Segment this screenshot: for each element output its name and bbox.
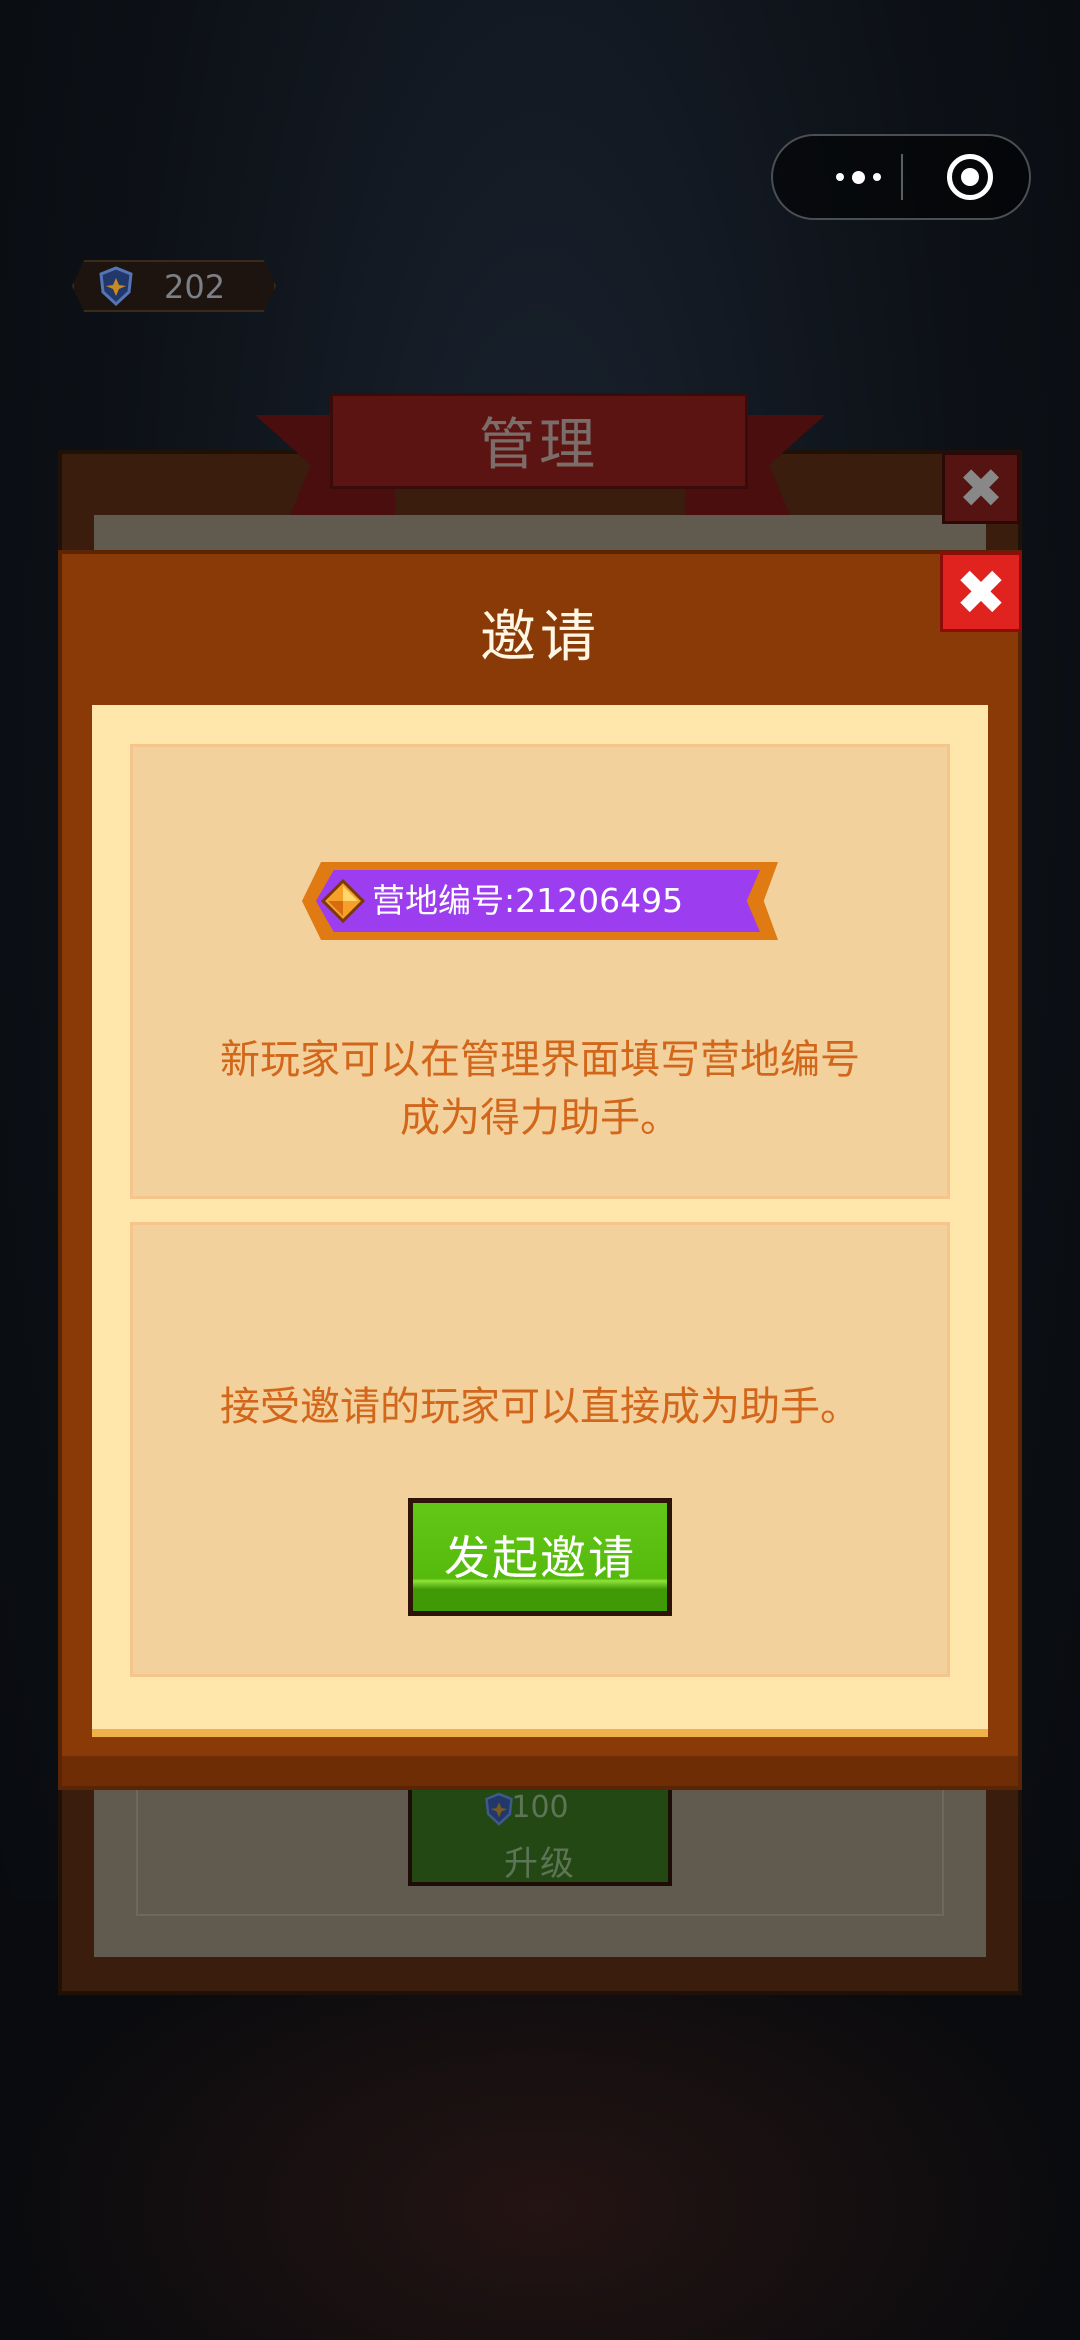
more-dot-icon <box>851 170 865 184</box>
miniprogram-capsule <box>771 134 1031 220</box>
upgrade-cost: 100 <box>511 1790 569 1825</box>
currency-value: 202 <box>164 268 226 306</box>
dialog-title: 邀请 <box>480 605 600 670</box>
start-invite-label: 发起邀请 <box>444 1531 636 1585</box>
camp-id-text: 营地编号:21206495 <box>372 881 684 920</box>
more-menu-button[interactable] <box>813 136 903 218</box>
management-close-button[interactable]: ✖ <box>942 452 1020 524</box>
more-dot-icon <box>872 173 881 181</box>
shield-star-icon <box>99 266 133 306</box>
capsule-divider <box>901 154 903 200</box>
management-title: 管理 <box>479 413 599 478</box>
description-line: 成为得力助手。 <box>400 1095 680 1141</box>
close-icon: ✖ <box>958 456 1004 520</box>
start-invite-button[interactable]: 发起邀请 <box>408 1498 672 1616</box>
diamond-gem-icon <box>320 878 366 924</box>
upgrade-button[interactable]: 100 升级 <box>408 1780 672 1886</box>
dialog-close-button[interactable]: ✖ <box>940 552 1022 632</box>
invite-description: 接受邀请的玩家可以直接成为助手。 <box>220 1384 860 1430</box>
close-miniprogram-icon[interactable] <box>947 154 993 200</box>
more-dot-icon <box>835 173 844 181</box>
upgrade-label: 升级 <box>504 1844 576 1884</box>
close-icon: ✖ <box>955 555 1007 629</box>
camp-id-description: 新玩家可以在管理界面填写营地编号 成为得力助手。 <box>130 1031 950 1147</box>
description-line: 新玩家可以在管理界面填写营地编号 <box>220 1037 860 1083</box>
currency-badge: 202 <box>72 260 276 312</box>
